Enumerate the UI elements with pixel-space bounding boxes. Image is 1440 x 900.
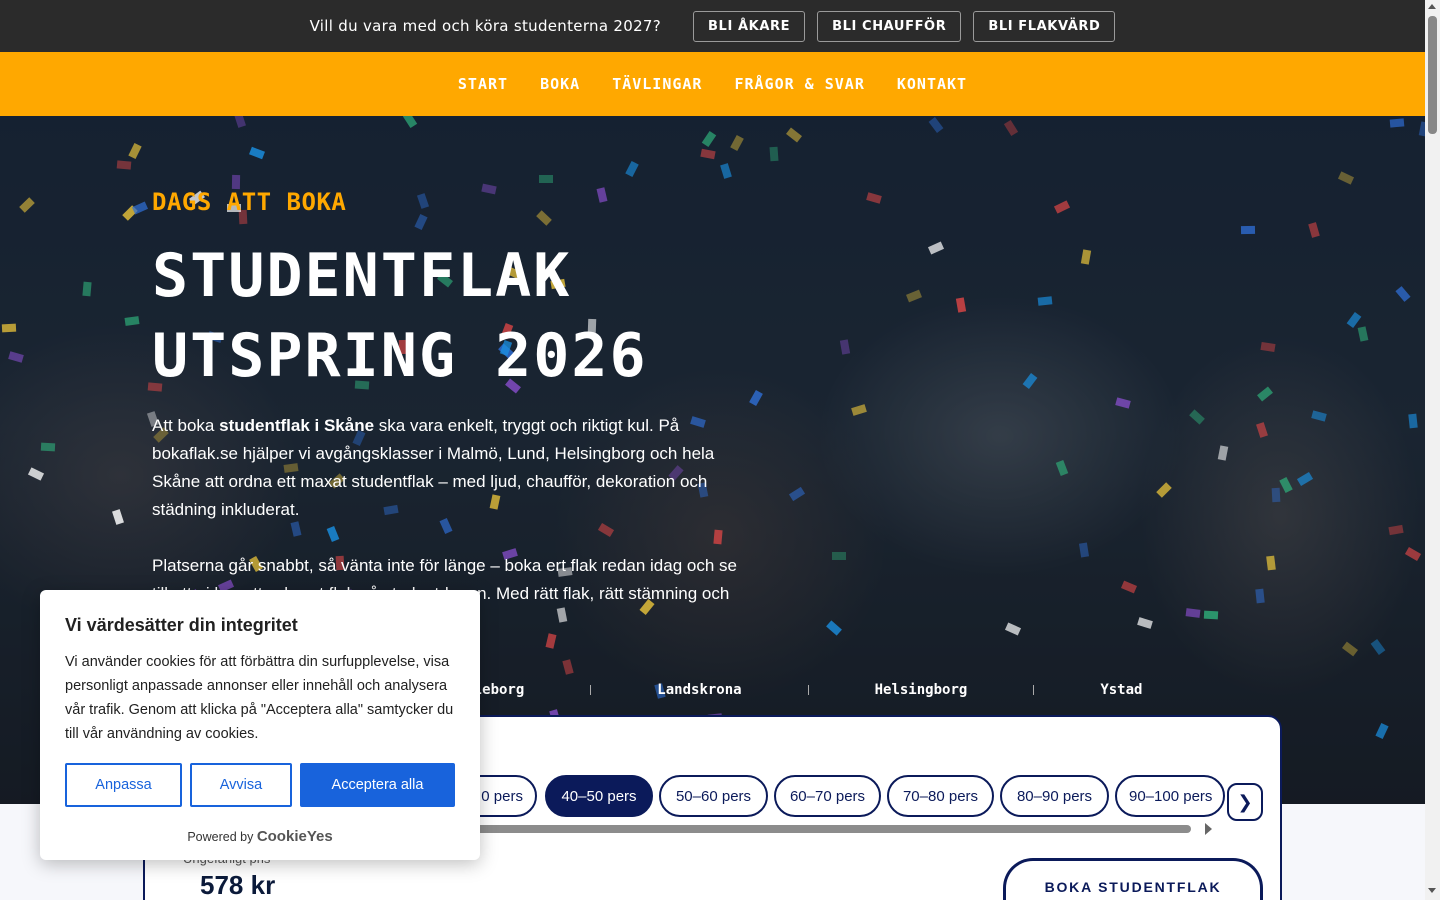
confetti-piece <box>116 160 132 170</box>
confetti-piece <box>539 175 553 183</box>
scroll-up-arrow-icon[interactable] <box>1428 4 1436 9</box>
become-driver-button[interactable]: BLI CHAUFFÖR <box>817 10 962 42</box>
scroll-thumb[interactable] <box>1428 16 1437 134</box>
cookie-actions: Anpassa Avvisa Acceptera alla <box>65 763 455 807</box>
city-divider <box>807 685 809 695</box>
city-ystad[interactable]: Ystad <box>1100 682 1142 698</box>
confetti-piece <box>713 529 723 545</box>
confetti-piece <box>1240 225 1256 235</box>
hero-intro-text: Att boka studentflak i Skåne ska vara en… <box>152 412 752 524</box>
main-nav: START BOKA TÄVLINGAR FRÅGOR & SVAR KONTA… <box>0 52 1425 116</box>
confetti-piece <box>40 442 56 452</box>
next-options-button[interactable]: ❯ <box>1227 783 1263 821</box>
scroll-down-arrow-icon[interactable] <box>1428 888 1436 893</box>
nav-fragor-svar[interactable]: FRÅGOR & SVAR <box>734 75 864 93</box>
cookie-description: Vi använder cookies för att förbättra di… <box>65 654 454 742</box>
hero-intro-bold: studentflak i Skåne <box>219 416 375 435</box>
hero-intro-prefix: Att boka <box>152 416 220 435</box>
city-landskrona[interactable]: Landskrona <box>657 682 741 698</box>
nav-boka[interactable]: BOKA <box>540 75 580 93</box>
city-divider <box>590 685 592 695</box>
nav-tavlingar[interactable]: TÄVLINGAR <box>612 75 702 93</box>
confetti-piece <box>1203 610 1219 620</box>
confetti-piece <box>1389 118 1405 128</box>
page-scrollbar[interactable] <box>1425 0 1440 900</box>
hero-title: STUDENTFLAK UTSPRING 2026 <box>152 241 648 391</box>
cookie-powered-by: Powered by CookieYes <box>40 828 480 845</box>
become-rider-button[interactable]: BLI ÅKARE <box>693 10 806 42</box>
announcement-text: Vill du vara med och köra studenterna 20… <box>309 17 662 35</box>
city-list: Trelleborg Landskrona Helsingborg Ystad <box>440 682 1270 698</box>
confetti-piece <box>1037 296 1053 306</box>
nav-kontakt[interactable]: KONTAKT <box>897 75 967 93</box>
cookie-consent-dialog: Vi värdesätter din integritet Vi använde… <box>40 590 480 860</box>
cookie-customize-button[interactable]: Anpassa <box>65 763 182 807</box>
cookie-reject-button[interactable]: Avvisa <box>190 763 292 807</box>
confetti-piece <box>1 323 17 333</box>
scroll-right-arrow-icon[interactable] <box>1205 823 1212 835</box>
become-host-button[interactable]: BLI FLAKVÄRD <box>973 10 1116 42</box>
confetti-piece <box>1408 413 1418 429</box>
confetti-piece <box>82 281 92 297</box>
cookieyes-logo: CookieYes <box>256 828 333 845</box>
options-scrollbar[interactable] <box>445 825 1191 833</box>
size-option-70-80[interactable]: 70–80 pers <box>887 775 994 817</box>
size-option-50-60[interactable]: 50–60 pers <box>659 775 768 817</box>
city-divider <box>1033 685 1035 695</box>
nav-start[interactable]: START <box>458 75 508 93</box>
cookie-title: Vi värdesätter din integritet <box>65 615 298 635</box>
price-value: 578 kr <box>200 870 276 900</box>
book-studentflak-button[interactable]: BOKA STUDENTFLAK <box>1003 858 1263 900</box>
size-option-60-70[interactable]: 60–70 pers <box>774 775 881 817</box>
confetti-piece <box>1185 608 1201 618</box>
size-option-40-50[interactable]: 40–50 pers <box>545 775 653 817</box>
city-helsingborg[interactable]: Helsingborg <box>875 682 968 698</box>
confetti-piece <box>1266 555 1276 571</box>
size-option-90-100[interactable]: 90–100 pers <box>1115 775 1225 817</box>
confetti-piece <box>1271 487 1281 503</box>
confetti-piece <box>1255 588 1265 604</box>
confetti-piece <box>769 146 779 162</box>
confetti-piece <box>832 552 846 560</box>
size-option-80-90[interactable]: 80–90 pers <box>1000 775 1109 817</box>
announcement-bar: Vill du vara med och köra studenterna 20… <box>0 0 1425 52</box>
chevron-right-icon: ❯ <box>1237 791 1253 813</box>
powered-by-label: Powered by <box>187 830 254 844</box>
cookie-accept-button[interactable]: Acceptera alla <box>300 763 455 807</box>
hero-kicker: DAGS ATT BOKA <box>152 188 347 216</box>
confetti-piece <box>231 174 241 190</box>
